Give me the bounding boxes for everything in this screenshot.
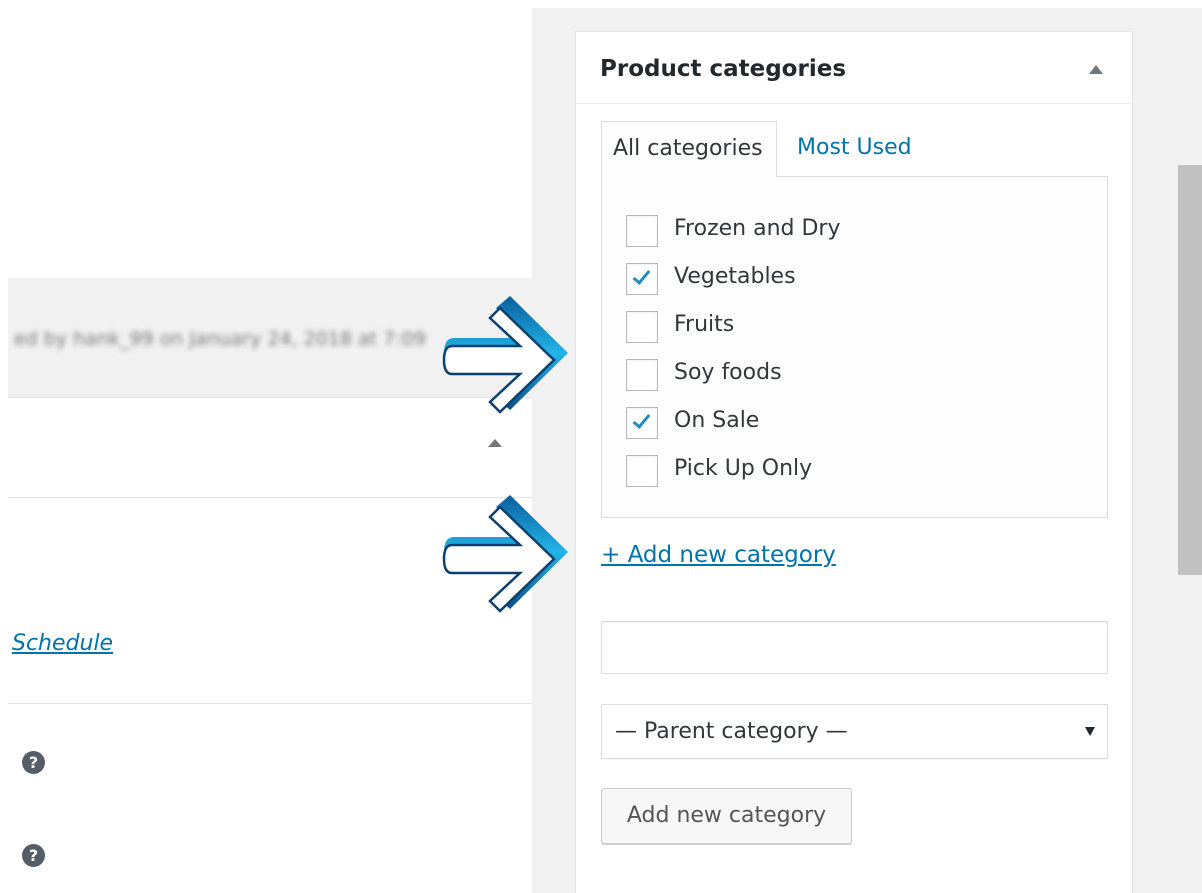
post-editor-column: ed by hank_99 on January 24, 2018 at 7:0… — [0, 0, 532, 893]
category-checkbox[interactable] — [626, 455, 658, 487]
checkmark-icon — [632, 410, 651, 429]
category-label[interactable]: Frozen and Dry — [674, 216, 840, 241]
category-label[interactable]: Vegetables — [674, 264, 796, 289]
category-checklist: Frozen and Dry Vegetables Fruits Soy foo… — [601, 176, 1108, 518]
category-checkbox[interactable] — [626, 215, 658, 247]
category-checkbox[interactable] — [626, 311, 658, 343]
schedule-link[interactable]: Schedule — [12, 631, 113, 656]
category-label[interactable]: Fruits — [674, 312, 734, 337]
help-icon[interactable]: ? — [22, 844, 45, 867]
tab-label: All categories — [613, 136, 763, 161]
collapse-arrow-icon[interactable] — [1089, 65, 1103, 74]
category-checkbox[interactable] — [626, 263, 658, 295]
last-edited-text: ed by hank_99 on January 24, 2018 at 7:0… — [14, 328, 426, 350]
product-categories-box: Product categories All categories Most U… — [575, 31, 1133, 893]
category-label[interactable]: Pick Up Only — [674, 456, 812, 481]
new-category-name-input[interactable] — [601, 621, 1108, 674]
scrollbar-thumb[interactable] — [1178, 165, 1202, 575]
tab-all-categories[interactable]: All categories — [601, 121, 777, 177]
pointer-arrow-icon — [442, 296, 568, 414]
box-header[interactable]: Product categories — [576, 32, 1132, 104]
parent-category-select[interactable]: — Parent category — — [601, 704, 1108, 759]
category-label[interactable]: On Sale — [674, 408, 759, 433]
add-new-category-button[interactable]: Add new category — [601, 788, 852, 844]
tab-most-used[interactable]: Most Used — [797, 135, 912, 160]
pointer-arrow-icon — [442, 495, 568, 613]
category-checkbox[interactable] — [626, 359, 658, 391]
box-title: Product categories — [600, 56, 847, 82]
category-label[interactable]: Soy foods — [674, 360, 782, 385]
help-icon[interactable]: ? — [22, 751, 45, 774]
add-new-category-link[interactable]: + Add new category — [601, 542, 836, 568]
divider — [8, 703, 532, 704]
dropdown-arrow-icon — [1085, 727, 1095, 736]
collapse-arrow-icon[interactable] — [488, 439, 502, 447]
category-checkbox[interactable] — [626, 407, 658, 439]
checkmark-icon — [632, 266, 651, 285]
parent-category-value: — Parent category — — [615, 719, 848, 744]
